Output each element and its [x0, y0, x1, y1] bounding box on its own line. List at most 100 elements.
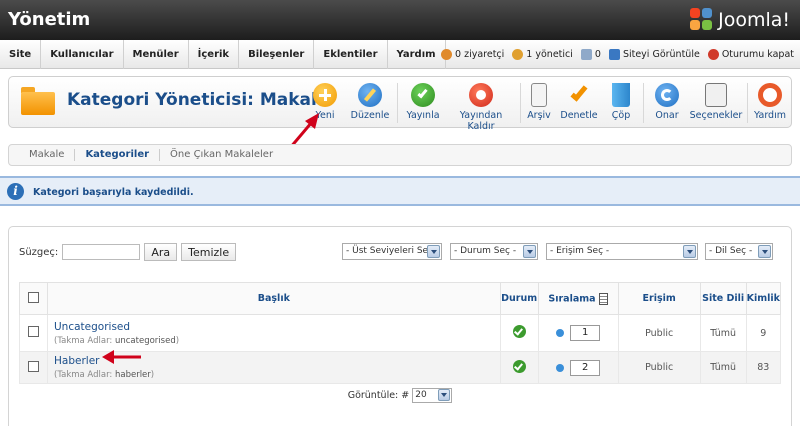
- col-status[interactable]: Durum: [499, 282, 539, 315]
- submenu: Makale Kategoriler Öne Çıkan Makaleler: [8, 144, 792, 166]
- clear-button[interactable]: Temizle: [181, 243, 237, 261]
- menu-content[interactable]: İçerik: [189, 40, 240, 69]
- submenu-articles[interactable]: Makale: [19, 149, 76, 161]
- category-title-link[interactable]: Uncategorised: [54, 321, 500, 333]
- select-language[interactable]: - Dil Seç -: [705, 243, 773, 260]
- system-message: i Kategori başarıyla kaydedildi.: [0, 176, 800, 206]
- folder-icon: [21, 87, 55, 115]
- info-icon: i: [7, 183, 24, 200]
- menu-menus[interactable]: Menüler: [124, 40, 189, 69]
- row-checkbox[interactable]: [28, 360, 39, 372]
- row-access: Public: [617, 314, 701, 352]
- row-language: Tümü: [699, 314, 747, 352]
- row-checkbox[interactable]: [28, 326, 39, 337]
- menu-help[interactable]: Yardım: [388, 40, 446, 69]
- table-header-row: Başlık Durum Sıralama Erişim Site Dili K…: [19, 282, 782, 315]
- checkin-button[interactable]: Denetle: [559, 83, 599, 125]
- message-text: Kategori başarıyla kaydedildi.: [33, 187, 194, 198]
- move-up-icon[interactable]: [556, 363, 565, 372]
- mail-icon: [580, 49, 592, 60]
- move-down-icon[interactable]: [556, 329, 565, 337]
- filter-row: Süzgeç: Ara Temizle: [19, 242, 237, 262]
- archive-button[interactable]: Arşiv: [523, 83, 555, 125]
- select-state[interactable]: - Durum Seç -: [450, 243, 538, 260]
- order-input[interactable]: 2: [570, 359, 601, 376]
- select-access[interactable]: - Erişim Seç -: [546, 243, 698, 260]
- submenu-featured[interactable]: Öne Çıkan Makaleler: [160, 149, 283, 161]
- filter-label: Süzgeç:: [19, 246, 59, 258]
- submenu-categories[interactable]: Kategoriler: [75, 149, 161, 161]
- logout-icon: [707, 49, 719, 60]
- checkmark-icon: [567, 83, 591, 107]
- menu-users[interactable]: Kullanıcılar: [41, 40, 124, 69]
- status-bar: 0 ziyaretçi 1 yönetici 0 Siteyi Görüntül…: [441, 40, 794, 69]
- annotation-arrow-haberler: [102, 350, 141, 364]
- lifebuoy-icon: [758, 83, 782, 107]
- menu-site[interactable]: Site: [0, 40, 42, 69]
- table-row: Uncategorised (Takma Adlar: uncategorise…: [19, 314, 782, 352]
- trash-button[interactable]: Çöp: [607, 83, 635, 125]
- logout-link[interactable]: Oturumu kapat: [707, 49, 794, 60]
- chevron-down-icon: [438, 389, 451, 401]
- order-input[interactable]: 1: [570, 325, 601, 341]
- category-alias: (Takma Adlar: uncategorised): [54, 335, 180, 346]
- row-checkbox-cell: [19, 351, 48, 384]
- admins-status: 1 yönetici: [512, 49, 573, 60]
- published-check-icon[interactable]: [512, 359, 526, 373]
- col-access[interactable]: Erişim: [617, 282, 701, 315]
- view-site-link[interactable]: Siteyi Görüntüle: [608, 49, 700, 60]
- options-button[interactable]: Seçenekler: [689, 83, 743, 125]
- col-title[interactable]: Başlık: [47, 282, 501, 315]
- category-list-panel: Süzgeç: Ara Temizle - Üst Seviyeleri Seç…: [8, 226, 792, 426]
- col-language[interactable]: Site Dili: [699, 282, 747, 315]
- row-order-cell: 2: [537, 351, 619, 384]
- top-header: Yönetim Joomla!: [0, 0, 800, 40]
- admins-icon: [512, 49, 524, 60]
- visitors-status: 0 ziyaretçi: [441, 49, 504, 60]
- help-button[interactable]: Yardım: [751, 83, 789, 125]
- select-level[interactable]: - Üst Seviyeleri Seç -: [342, 243, 442, 260]
- messages-status[interactable]: 0: [580, 49, 601, 60]
- publish-button[interactable]: Yayınla: [401, 83, 445, 125]
- stop-circle-icon: [469, 83, 493, 107]
- category-table: Başlık Durum Sıralama Erişim Site Dili K…: [19, 282, 782, 384]
- row-status-cell: [499, 314, 539, 352]
- filter-search-input[interactable]: [62, 244, 141, 260]
- row-access: Public: [617, 351, 701, 384]
- pagination-footer: Görüntüle: # 20: [9, 388, 791, 403]
- joomla-logo: Joomla!: [690, 6, 790, 34]
- pencil-icon: [358, 83, 382, 107]
- unpublish-button[interactable]: Yayından Kaldır: [445, 83, 517, 132]
- page-title: Kategori Yöneticisi: Makale: [67, 90, 329, 110]
- plus-icon: [313, 83, 337, 107]
- options-icon: [705, 83, 727, 107]
- select-all-cell: [19, 282, 48, 315]
- check-circle-icon: [411, 83, 435, 107]
- row-order-cell: 1: [537, 314, 619, 352]
- col-ordering[interactable]: Sıralama: [537, 282, 619, 315]
- limit-select[interactable]: 20: [412, 388, 453, 403]
- main-menubar: Site Kullanıcılar Menüler İçerik Bileşen…: [0, 40, 800, 69]
- menu-extensions[interactable]: Eklentiler: [314, 40, 388, 69]
- save-order-icon[interactable]: [598, 292, 608, 305]
- chevron-down-icon: [683, 245, 696, 258]
- col-id[interactable]: Kimlik: [745, 282, 782, 315]
- joomla-logo-text: Joomla!: [718, 9, 790, 31]
- chevron-down-icon: [427, 245, 440, 258]
- category-alias: (Takma Adlar: haberler): [54, 370, 155, 380]
- chevron-down-icon: [758, 245, 771, 258]
- published-check-icon[interactable]: [512, 325, 526, 338]
- limit-label: Görüntüle: #: [347, 390, 410, 401]
- monitor-icon: [608, 49, 620, 60]
- search-button[interactable]: Ara: [144, 243, 178, 261]
- row-language: Tümü: [699, 351, 747, 384]
- row-title-cell: Uncategorised (Takma Adlar: uncategorise…: [47, 314, 501, 352]
- edit-button[interactable]: Düzenle: [346, 83, 394, 125]
- refresh-icon: [655, 83, 679, 107]
- select-all-checkbox[interactable]: [28, 291, 39, 303]
- archive-icon: [531, 83, 547, 107]
- rebuild-button[interactable]: Onar: [649, 83, 685, 125]
- menu-components[interactable]: Bileşenler: [239, 40, 315, 69]
- toolbar-box: Kategori Yöneticisi: Makale Yeni Düzenle…: [8, 76, 792, 132]
- row-id: 9: [745, 314, 782, 352]
